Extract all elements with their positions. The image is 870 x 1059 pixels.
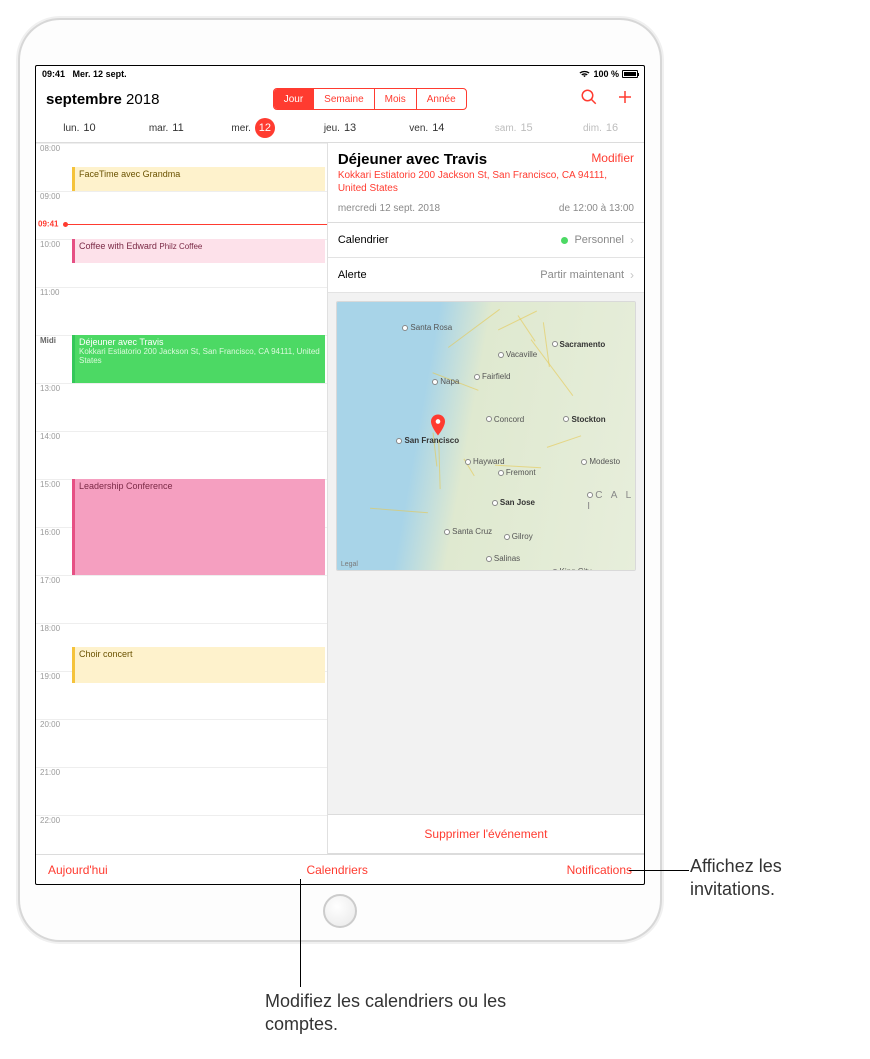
event-location[interactable]: Kokkari Estiatorio 200 Jackson St, San F…: [338, 170, 634, 195]
map-region-label: C A L I: [587, 490, 635, 512]
event-subtitle: Kokkari Estiatorio 200 Jackson St, San F…: [79, 347, 321, 365]
day-11[interactable]: mar. 11: [123, 118, 210, 138]
map-city-label: Vacaville: [498, 350, 537, 359]
hour-label: 11:00: [36, 287, 327, 297]
hour-label: 09:00: [36, 191, 327, 201]
map-city-label: Napa: [432, 377, 459, 386]
notifications-button[interactable]: Notifications: [567, 863, 632, 877]
callout-line: [629, 870, 689, 871]
map-city-label: San Francisco: [396, 436, 459, 445]
segment-année[interactable]: Année: [416, 89, 466, 109]
segment-jour[interactable]: Jour: [274, 89, 313, 109]
toolbar-bottom: Aujourd'hui Calendriers Notifications: [36, 854, 644, 884]
event-title: Déjeuner avec Travis: [338, 151, 487, 168]
day-13[interactable]: jeu. 13: [297, 118, 384, 138]
map-city-label: Salinas: [486, 554, 520, 563]
search-icon[interactable]: [580, 88, 598, 111]
hour-label: 21:00: [36, 767, 327, 777]
map-pin-icon: [431, 414, 445, 436]
now-label: 09:41: [38, 219, 58, 228]
hour-label: 14:00: [36, 431, 327, 441]
status-time: 09:41: [42, 69, 65, 79]
hour-label: 20:00: [36, 719, 327, 729]
segment-mois[interactable]: Mois: [374, 89, 416, 109]
event-facetime-avec-grandma[interactable]: FaceTime avec Grandma: [72, 167, 325, 191]
map-legal: Legal: [341, 561, 358, 568]
calendar-label: Calendrier: [338, 234, 389, 246]
chevron-right-icon: ›: [630, 268, 634, 282]
map-city-label: Fairfield: [474, 372, 510, 381]
map-city-label: San Jose: [492, 498, 535, 507]
map-city-label: Gilroy: [504, 532, 533, 541]
map-city-label: Santa Cruz: [444, 527, 492, 536]
hour-label: 22:00: [36, 815, 327, 825]
day-16[interactable]: dim. 16: [557, 118, 644, 138]
event-title: Leadership Conference: [79, 481, 321, 491]
today-button[interactable]: Aujourd'hui: [48, 863, 108, 877]
day-10[interactable]: lun. 10: [36, 118, 123, 138]
map-city-label: Santa Rosa: [402, 323, 452, 332]
map-city-label: Hayward: [465, 457, 505, 466]
event-timerange: de 12:00 à 13:00: [559, 203, 634, 214]
add-icon[interactable]: [616, 88, 634, 111]
day-12[interactable]: mer. 12: [210, 118, 297, 138]
map[interactable]: Legal Santa Rosa Napa Fairfield Vacaville Sa…: [336, 301, 636, 571]
map-city-label: Stockton: [563, 415, 605, 424]
screen: 09:41 Mer. 12 sept. 100 % septembre 2018…: [35, 65, 645, 885]
event-detail: Déjeuner avec Travis Modifier Kokkari Es…: [328, 143, 644, 854]
status-bar: 09:41 Mer. 12 sept. 100 %: [36, 66, 644, 82]
hour-label: 13:00: [36, 383, 327, 393]
battery-icon: [622, 70, 638, 78]
hour-label: 17:00: [36, 575, 327, 585]
event-leadership-conference[interactable]: Leadership Conference: [72, 479, 325, 575]
map-city-label: King City: [552, 567, 592, 571]
event-title: Coffee with Edward Philz Coffee: [79, 241, 321, 251]
ipad-frame: 09:41 Mer. 12 sept. 100 % septembre 2018…: [20, 20, 660, 940]
map-city-label: Sacramento: [552, 340, 606, 349]
callout-invitations: Affichez les invitations.: [690, 855, 870, 900]
callout-calendars: Modifiez les calendriers ou les comptes.: [265, 990, 525, 1035]
battery-label: 100 %: [593, 69, 619, 79]
alert-label: Alerte: [338, 269, 367, 281]
calendar-value: Personnel: [574, 234, 624, 246]
event-title: Déjeuner avec Travis: [79, 337, 321, 347]
alert-value: Partir maintenant: [540, 269, 624, 281]
event-choir-concert[interactable]: Choir concert: [72, 647, 325, 683]
segment-semaine[interactable]: Semaine: [313, 89, 373, 109]
nav-top: septembre 2018 JourSemaineMoisAnnée: [36, 82, 644, 112]
delete-event-button[interactable]: Supprimer l'événement: [328, 814, 644, 854]
event-date: mercredi 12 sept. 2018: [338, 203, 440, 214]
month-label: septembre: [46, 91, 122, 108]
map-city-label: Modesto: [581, 457, 620, 466]
map-city-label: Fremont: [498, 468, 536, 477]
edit-button[interactable]: Modifier: [591, 151, 634, 165]
now-indicator: [66, 224, 327, 225]
day-14[interactable]: ven. 14: [383, 118, 470, 138]
status-date: Mer. 12 sept.: [73, 69, 127, 79]
calendar-dot-icon: [561, 237, 568, 244]
day-15[interactable]: sam. 15: [470, 118, 557, 138]
week-row: lun. 10mar. 11mer. 12jeu. 13ven. 14sam. …: [36, 112, 644, 143]
chevron-right-icon: ›: [630, 233, 634, 247]
hour-label: 18:00: [36, 623, 327, 633]
home-button[interactable]: [323, 894, 357, 928]
event-title: Choir concert: [79, 649, 321, 659]
timeline[interactable]: 08:0009:0010:0011:00Midi13:0014:0015:001…: [36, 143, 328, 854]
view-segmented: JourSemaineMoisAnnée: [273, 88, 467, 110]
month-title: septembre 2018: [46, 91, 159, 108]
callout-line: [300, 879, 301, 987]
event-title: FaceTime avec Grandma: [79, 169, 321, 179]
year-label: 2018: [126, 91, 159, 108]
alert-row[interactable]: Alerte Partir maintenant ›: [328, 258, 644, 293]
hour-label: 08:00: [36, 143, 327, 153]
map-city-label: Concord: [486, 415, 524, 424]
event-coffee-with-edward[interactable]: Coffee with Edward Philz Coffee: [72, 239, 325, 263]
calendars-button[interactable]: Calendriers: [306, 863, 367, 877]
content: 08:0009:0010:0011:00Midi13:0014:0015:001…: [36, 143, 644, 854]
calendar-row[interactable]: Calendrier Personnel ›: [328, 223, 644, 258]
wifi-icon: [579, 69, 590, 80]
event-d-jeuner-avec-travis[interactable]: Déjeuner avec TravisKokkari Estiatorio 2…: [72, 335, 325, 383]
